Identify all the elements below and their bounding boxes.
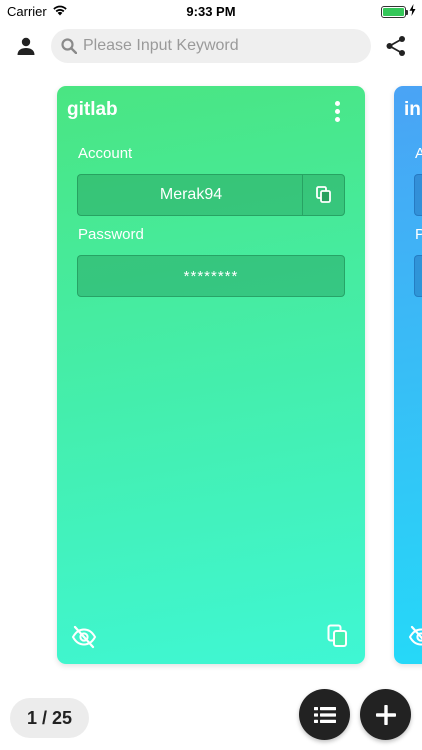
app-screen: Carrier 9:33 PM Please Input Keyword git… <box>0 0 422 750</box>
search-bar[interactable] <box>51 29 371 63</box>
search-input[interactable] <box>83 37 353 55</box>
add-button[interactable] <box>360 689 411 740</box>
person-icon <box>17 37 35 55</box>
password-label-next: P <box>415 226 422 243</box>
search-icon <box>61 38 77 54</box>
battery-level-fill <box>383 7 404 16</box>
password-card[interactable]: gitlab Account Merak94 Password ******** <box>57 86 365 664</box>
profile-button[interactable] <box>12 32 40 60</box>
card-title: gitlab <box>67 99 118 120</box>
copy-account-button[interactable] <box>302 175 344 215</box>
hide-password-icon-next[interactable] <box>408 624 422 650</box>
list-view-button[interactable] <box>299 689 350 740</box>
hide-password-icon[interactable] <box>71 624 97 650</box>
more-vertical-icon[interactable] <box>329 100 345 122</box>
share-button[interactable] <box>382 32 410 60</box>
battery-icon <box>381 5 408 18</box>
password-field-next[interactable] <box>414 255 422 297</box>
status-right <box>381 4 416 19</box>
card-title-next: in <box>404 99 421 120</box>
password-value: ******** <box>183 267 239 285</box>
plus-icon <box>375 704 396 725</box>
account-field[interactable]: Merak94 <box>77 174 345 216</box>
copy-card-icon[interactable] <box>327 624 351 650</box>
top-bar <box>0 28 422 64</box>
account-field-next[interactable] <box>414 174 422 216</box>
password-label: Password <box>78 226 144 243</box>
account-label-next: A <box>415 145 422 162</box>
copy-icon <box>315 186 331 203</box>
status-bar: Carrier 9:33 PM <box>0 0 422 22</box>
share-icon <box>386 36 405 56</box>
account-value: Merak94 <box>159 186 223 203</box>
page-counter: 1 / 25 <box>10 698 89 738</box>
account-label: Account <box>78 145 133 162</box>
password-card-next[interactable]: in A P <box>394 86 422 664</box>
status-time: 9:33 PM <box>186 4 236 19</box>
charging-bolt-icon <box>409 4 416 19</box>
list-icon <box>313 706 336 723</box>
password-field[interactable]: ******** <box>77 255 345 297</box>
